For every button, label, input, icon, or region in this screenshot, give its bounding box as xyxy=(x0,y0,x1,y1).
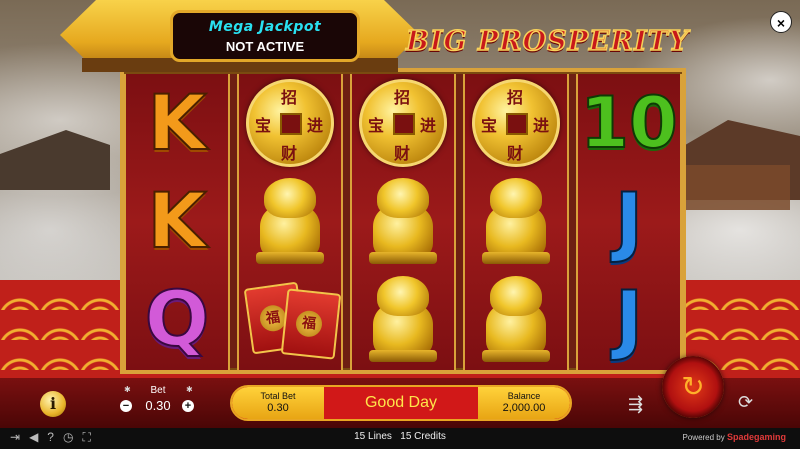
lines-text: 15 Lines xyxy=(354,431,392,442)
balance-panel: Balance 2,000.00 xyxy=(478,387,570,419)
reels-frame: K K Q 招 宝 进 财 福 福 招 宝 进 财 招 宝 进 财 10 J J xyxy=(120,68,686,374)
bet-decrease-button[interactable]: − xyxy=(120,400,132,412)
symbol-coin: 招 宝 进 财 xyxy=(239,74,341,172)
pagoda-right-lower xyxy=(680,165,790,210)
symbol-k: K xyxy=(147,176,208,265)
symbol-red-envelopes: 福 福 xyxy=(239,270,342,368)
symbol-lion xyxy=(465,270,567,368)
symbol-lion xyxy=(352,270,454,368)
credits-text: 15 Credits xyxy=(400,431,446,442)
symbol-lion xyxy=(352,172,454,270)
symbol-k: K xyxy=(147,78,208,167)
turbo-icon[interactable]: ⟳ xyxy=(738,392,762,416)
total-bet-label: Total Bet xyxy=(260,391,296,401)
status-message: Good Day xyxy=(364,394,438,411)
star-icon: ✱ xyxy=(124,385,131,394)
total-bet-value: 0.30 xyxy=(267,402,289,414)
game-logo: BIG PROSPERITY xyxy=(405,25,689,58)
symbol-lion xyxy=(465,172,567,270)
lines-credits: 15 Lines 15 Credits xyxy=(0,431,800,442)
close-button[interactable]: × xyxy=(770,11,792,33)
spin-button[interactable]: ↻ xyxy=(662,356,724,418)
jackpot-status: NOT ACTIVE xyxy=(225,39,305,54)
reel-1: K K Q xyxy=(124,74,230,370)
powered-by: Powered by Spadegaming xyxy=(683,432,787,442)
jackpot-title: Mega Jackpot xyxy=(208,19,322,35)
symbol-lion xyxy=(239,172,341,270)
bet-increase-button[interactable]: + xyxy=(182,400,194,412)
pagoda-left xyxy=(0,130,110,190)
autoplay-icon[interactable]: ⇶ xyxy=(628,394,643,415)
bet-control: ✱ ✱ Bet 0.30 − + xyxy=(118,385,198,413)
symbol-q: Q xyxy=(144,274,211,363)
symbol-10: 10 xyxy=(579,82,678,164)
balance-value: 2,000.00 xyxy=(502,402,546,414)
star-icon: ✱ xyxy=(186,385,193,394)
symbol-coin: 招 宝 进 财 xyxy=(465,74,567,172)
footer-bar: ⇥ ◀ ? ◷ ⛶ 15 Lines 15 Credits Powered by… xyxy=(0,428,800,449)
reel-3: 招 宝 进 财 xyxy=(350,74,456,370)
brand-name: Spadegaming xyxy=(726,432,786,442)
reel-4: 招 宝 进 财 xyxy=(463,74,569,370)
symbol-coin: 招 宝 进 财 xyxy=(352,74,454,172)
powered-by-label: Powered by xyxy=(682,433,725,442)
spin-icon: ↻ xyxy=(681,371,705,402)
total-bet-panel: Total Bet 0.30 xyxy=(232,387,324,419)
symbol-j: J xyxy=(614,176,644,265)
balance-label: Balance xyxy=(507,391,541,401)
jackpot-panel: Mega Jackpot NOT ACTIVE xyxy=(170,10,360,62)
reel-2: 招 宝 进 财 福 福 xyxy=(237,74,343,370)
symbol-j: J xyxy=(614,274,644,363)
info-button[interactable]: i xyxy=(40,391,66,417)
reel-5: 10 J J xyxy=(576,74,682,370)
info-bar: Total Bet 0.30 Good Day Balance 2,000.00 xyxy=(230,385,572,421)
